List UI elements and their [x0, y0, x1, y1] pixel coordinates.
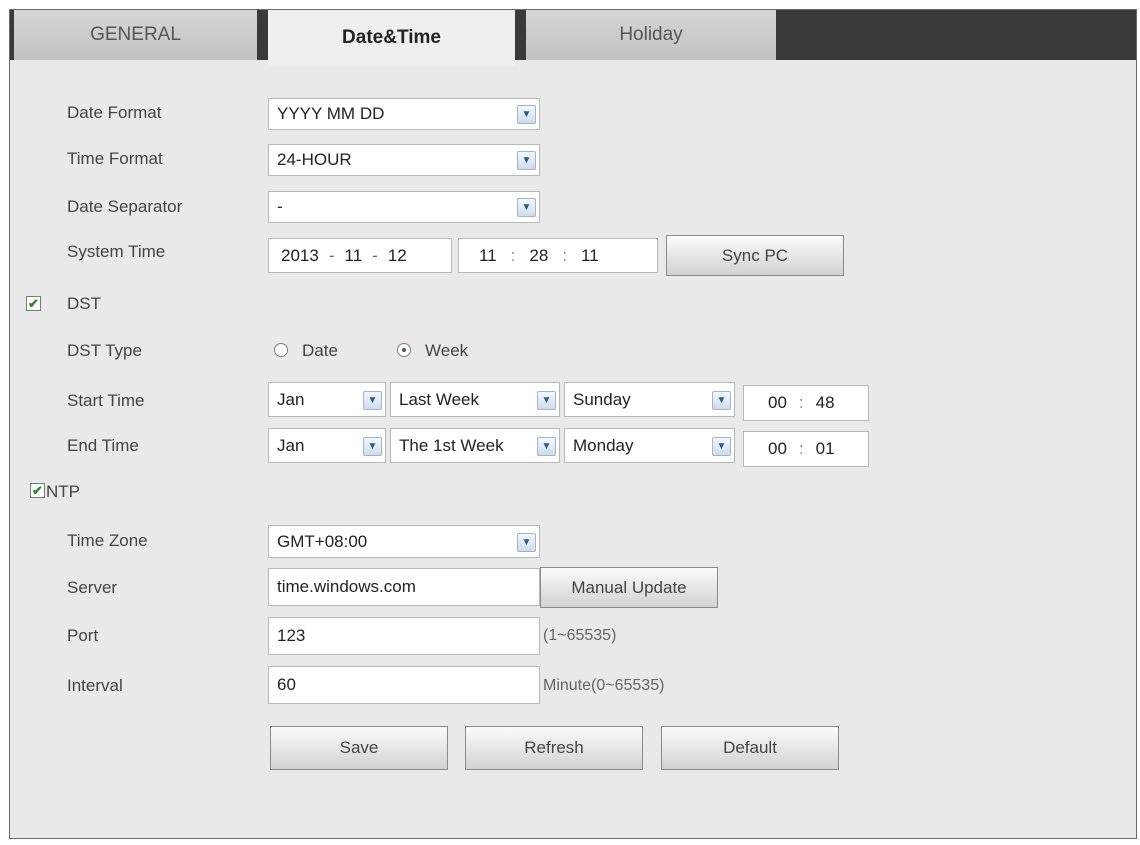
end-week-select[interactable]: The 1st Week ▼ [390, 428, 560, 463]
date-separator-glyph: - [328, 245, 335, 265]
time-separator-glyph: : [510, 245, 516, 265]
second-value[interactable]: 11 [581, 246, 599, 266]
manual-update-button[interactable]: Manual Update [540, 567, 718, 608]
chevron-down-icon[interactable]: ▼ [537, 390, 556, 410]
server-input[interactable]: time.windows.com [268, 568, 540, 606]
dst-label: DST [67, 294, 101, 313]
end-time-label: End Time [67, 436, 139, 455]
start-time-field[interactable]: 00 : 48 [743, 385, 869, 421]
chevron-down-icon[interactable]: ▼ [363, 436, 382, 456]
day-value[interactable]: 12 [388, 246, 407, 266]
date-format-value: YYYY MM DD [277, 104, 385, 123]
interval-range-hint: Minute(0~65535) [543, 677, 665, 694]
default-button[interactable]: Default [661, 726, 839, 770]
date-format-label: Date Format [67, 103, 162, 122]
time-zone-select[interactable]: GMT+08:00 ▼ [268, 525, 540, 558]
start-day-select[interactable]: Sunday ▼ [564, 382, 735, 417]
date-separator-label: Date Separator [67, 197, 183, 216]
end-time-field[interactable]: 00 : 01 [743, 431, 869, 467]
year-value[interactable]: 2013 [281, 246, 319, 266]
dst-checkbox[interactable]: ✔ [26, 296, 41, 311]
system-clock-field[interactable]: 11 : 28 : 11 [458, 238, 658, 273]
check-icon: ✔ [32, 483, 43, 498]
month-value[interactable]: 11 [345, 246, 363, 266]
end-week-value: The 1st Week [399, 435, 504, 455]
date-format-select[interactable]: YYYY MM DD ▼ [268, 98, 540, 130]
refresh-button[interactable]: Refresh [465, 726, 643, 770]
end-month-select[interactable]: Jan ▼ [268, 428, 386, 463]
server-label: Server [67, 578, 118, 597]
sync-pc-button[interactable]: Sync PC [666, 235, 844, 276]
end-minute-value[interactable]: 01 [816, 439, 835, 459]
check-icon: ✔ [28, 296, 39, 311]
dst-type-week-label[interactable]: Week [425, 341, 468, 361]
time-separator-glyph: : [798, 439, 804, 458]
time-format-select[interactable]: 24-HOUR ▼ [268, 144, 540, 176]
start-week-value: Last Week [399, 389, 480, 409]
port-input[interactable]: 123 [268, 617, 540, 655]
tab-bar: GENERAL Date&Time Holiday [10, 10, 1136, 66]
save-button[interactable]: Save [270, 726, 448, 770]
time-format-value: 24-HOUR [277, 150, 352, 169]
time-separator-glyph: : [562, 245, 568, 265]
chevron-down-icon[interactable]: ▼ [363, 390, 382, 410]
port-range-hint: (1~65535) [543, 627, 617, 644]
interval-label: Interval [67, 676, 123, 695]
start-month-select[interactable]: Jan ▼ [268, 382, 386, 417]
start-month-value: Jan [277, 389, 305, 409]
system-date-field[interactable]: 2013 - 11 - 12 [268, 238, 452, 273]
date-separator-value: - [277, 197, 283, 216]
interval-value: 60 [277, 675, 296, 694]
end-day-value: Monday [573, 435, 634, 455]
port-label: Port [67, 626, 99, 645]
minute-value[interactable]: 28 [529, 246, 548, 266]
date-separator-glyph: - [372, 245, 378, 265]
dst-type-week-radio[interactable] [397, 343, 411, 357]
time-zone-label: Time Zone [67, 531, 148, 550]
chevron-down-icon[interactable]: ▼ [517, 105, 536, 124]
date-separator-select[interactable]: - ▼ [268, 191, 540, 223]
hour-value[interactable]: 11 [479, 246, 497, 266]
tab-general[interactable]: GENERAL [14, 10, 257, 60]
start-week-select[interactable]: Last Week ▼ [390, 382, 560, 417]
radio-selected-dot [402, 348, 406, 352]
tab-date-time[interactable]: Date&Time [268, 10, 515, 66]
ntp-label: NTP [46, 482, 80, 501]
settings-panel: GENERAL Date&Time Holiday Date Format YY… [9, 9, 1137, 839]
server-value: time.windows.com [277, 577, 416, 596]
chevron-down-icon[interactable]: ▼ [712, 436, 731, 456]
dst-type-date-label[interactable]: Date [302, 341, 338, 361]
chevron-down-icon[interactable]: ▼ [712, 390, 731, 410]
time-separator-glyph: : [798, 393, 804, 412]
port-value: 123 [277, 626, 306, 645]
start-hour-value[interactable]: 00 [768, 393, 787, 413]
start-day-value: Sunday [573, 389, 631, 409]
chevron-down-icon[interactable]: ▼ [517, 532, 536, 552]
chevron-down-icon[interactable]: ▼ [517, 151, 536, 170]
ntp-checkbox[interactable]: ✔ [30, 483, 45, 498]
end-day-select[interactable]: Monday ▼ [564, 428, 735, 463]
dst-type-label: DST Type [67, 341, 142, 360]
interval-input[interactable]: 60 [268, 666, 540, 704]
dst-type-date-radio[interactable] [274, 343, 288, 357]
time-zone-value: GMT+08:00 [277, 531, 368, 551]
end-hour-value[interactable]: 00 [768, 439, 787, 459]
end-month-value: Jan [277, 435, 305, 455]
system-time-label: System Time [67, 242, 166, 261]
start-time-label: Start Time [67, 391, 145, 410]
tab-holiday[interactable]: Holiday [526, 10, 776, 60]
start-minute-value[interactable]: 48 [816, 393, 835, 413]
chevron-down-icon[interactable]: ▼ [517, 198, 536, 217]
chevron-down-icon[interactable]: ▼ [537, 436, 556, 456]
time-format-label: Time Format [67, 149, 163, 168]
